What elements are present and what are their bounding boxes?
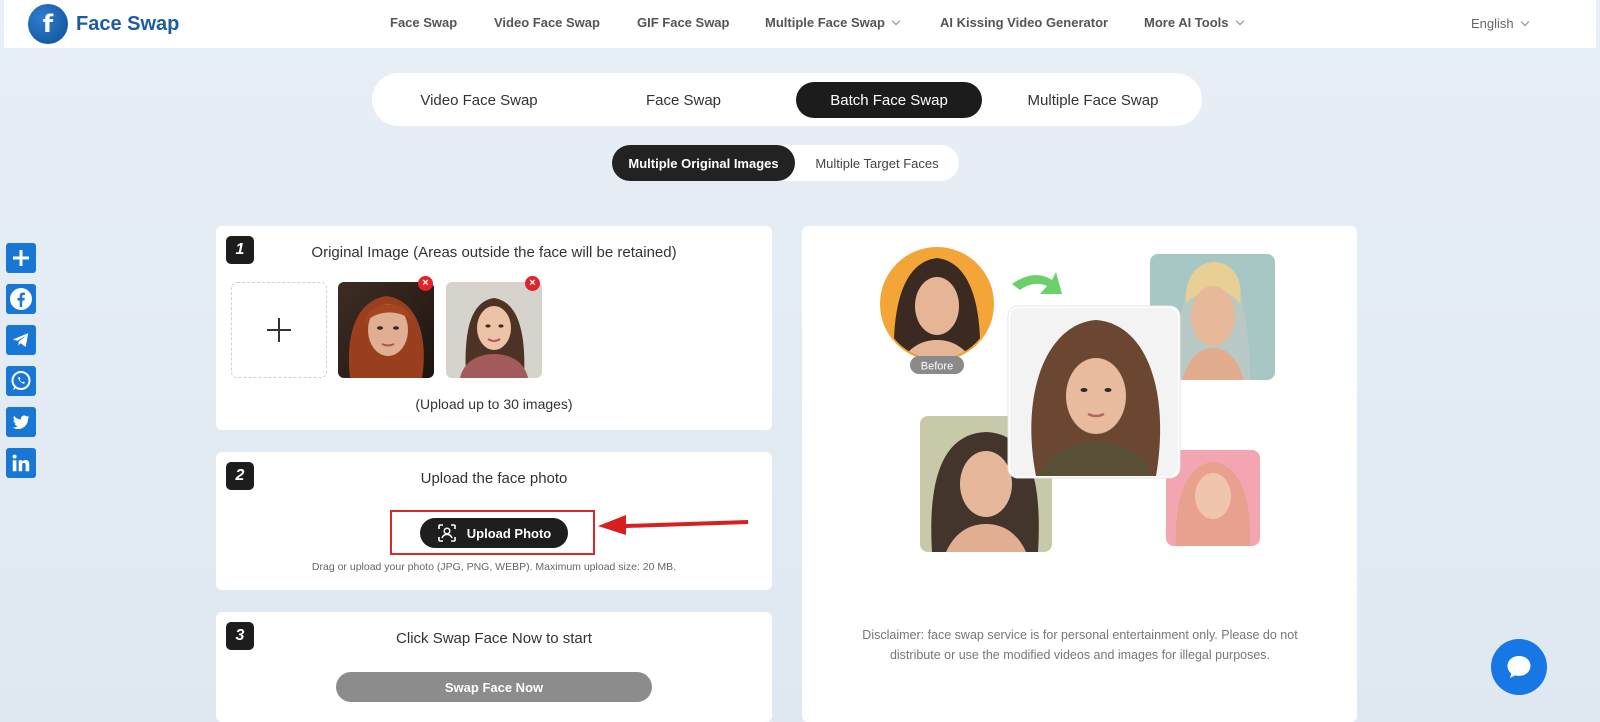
top-navigation-bar: f Face Swap Face Swap Video Face Swap GI… xyxy=(4,0,1596,48)
nav-multiple-face-swap[interactable]: Multiple Face Swap xyxy=(765,15,901,30)
main-tabs: Video Face Swap Face Swap Batch Face Swa… xyxy=(372,73,1202,126)
tab-batch-face-swap[interactable]: Batch Face Swap xyxy=(796,82,982,118)
nav-face-swap[interactable]: Face Swap xyxy=(390,15,457,30)
language-label: English xyxy=(1471,16,1514,31)
logo-text: Face Swap xyxy=(76,12,180,35)
upload-limit-text: (Upload up to 30 images) xyxy=(415,396,573,412)
chat-bubble-icon xyxy=(1507,656,1531,678)
nav-more-ai-tools-label: More AI Tools xyxy=(1144,15,1229,30)
nav-multiple-face-swap-label: Multiple Face Swap xyxy=(765,15,885,30)
nav-ai-kissing-video-generator[interactable]: AI Kissing Video Generator xyxy=(940,15,1108,30)
share-icon[interactable] xyxy=(6,243,36,273)
step2-title: Upload the face photo xyxy=(420,470,568,487)
chat-support-button[interactable] xyxy=(1491,639,1547,695)
step3-title: Click Swap Face Now to start xyxy=(396,630,592,647)
upload-photo-button[interactable]: Upload Photo xyxy=(420,518,568,548)
whatsapp-icon[interactable] xyxy=(6,366,36,396)
twitter-icon[interactable] xyxy=(6,407,36,437)
face-swap-preview-illustration: Before xyxy=(880,247,1275,552)
plus-icon xyxy=(267,318,291,342)
before-label: Before xyxy=(921,361,953,373)
face-scan-icon xyxy=(437,524,456,542)
step3-card: 3 Click Swap Face Now to start xyxy=(216,612,772,722)
tab-video-face-swap[interactable]: Video Face Swap xyxy=(388,82,570,118)
sub-tabs: Multiple Original Images Multiple Target… xyxy=(612,145,959,181)
chevron-down-icon xyxy=(1235,16,1244,25)
disclaimer-line-2: distribute or use the modified videos an… xyxy=(889,648,1271,662)
disclaimer-text: Disclaimer: face swap service is for per… xyxy=(830,625,1330,665)
telegram-icon[interactable] xyxy=(6,325,36,355)
tab-face-swap[interactable]: Face Swap xyxy=(592,82,775,118)
remove-image-2-button[interactable]: × xyxy=(525,276,540,291)
chevron-down-icon xyxy=(1520,17,1529,26)
disclaimer-line-1: Disclaimer: face swap service is for per… xyxy=(862,628,1298,642)
logo[interactable]: f Face Swap xyxy=(28,4,179,44)
nav-video-face-swap[interactable]: Video Face Swap xyxy=(494,15,600,30)
logo-icon: f xyxy=(28,4,68,44)
nav-gif-face-swap[interactable]: GIF Face Swap xyxy=(637,15,729,30)
step1-title: Original Image (Areas outside the face w… xyxy=(311,244,677,261)
facebook-icon[interactable] xyxy=(6,284,36,314)
add-image-button[interactable] xyxy=(231,282,327,378)
tab-multiple-face-swap[interactable]: Multiple Face Swap xyxy=(1000,82,1186,118)
remove-image-1-button[interactable]: × xyxy=(418,276,433,291)
red-arrow-annotation xyxy=(598,515,748,535)
step1-card: 1 Original Image (Areas outside the face… xyxy=(216,226,772,430)
original-image-thumbnail-1 xyxy=(338,282,434,378)
swap-face-now-button[interactable]: Swap Face Now xyxy=(336,672,652,702)
language-selector[interactable]: English xyxy=(1471,16,1529,31)
linkedin-icon[interactable] xyxy=(6,448,36,478)
original-image-thumbnail-2 xyxy=(446,282,542,378)
tab-multiple-original-images[interactable]: Multiple Original Images xyxy=(612,145,795,181)
upload-photo-label: Upload Photo xyxy=(466,525,552,541)
upload-hint-text: Drag or upload your photo (JPG, PNG, WEB… xyxy=(311,561,677,573)
chevron-down-icon xyxy=(891,16,901,25)
nav-more-ai-tools[interactable]: More AI Tools xyxy=(1144,15,1244,30)
tab-multiple-target-faces[interactable]: Multiple Target Faces xyxy=(795,145,959,181)
